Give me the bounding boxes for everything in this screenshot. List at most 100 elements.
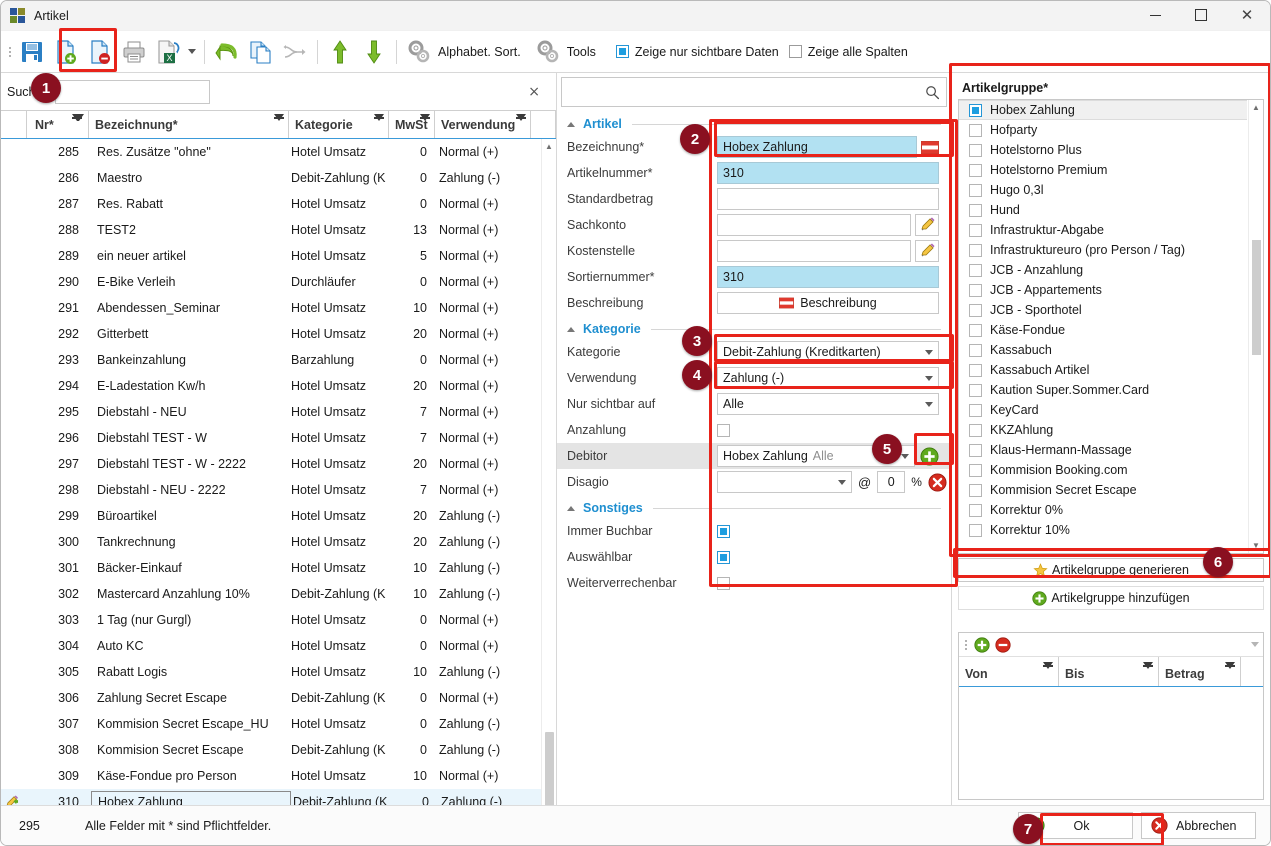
cell-bezeichnung[interactable]: Kommision Secret Escape <box>89 743 289 757</box>
table-row[interactable]: 307 Kommision Secret Escape_HU Hotel Umsat… <box>1 711 556 737</box>
chevron-down-icon-verwendung[interactable] <box>925 376 933 381</box>
table-row[interactable]: 294 E-Ladestation Kw/h Hotel Umsatz 20 Norma… <box>1 373 556 399</box>
cancel-button[interactable]: Abbrechen <box>1141 812 1256 839</box>
cell-bezeichnung[interactable]: Tankrechnung <box>89 535 289 549</box>
artikelgruppe-hinzufuegen-button[interactable]: Artikelgruppe hinzufügen <box>958 586 1264 610</box>
table-row[interactable]: 285 Res. Zusätze "ohne" Hotel Umsatz 0 Norma… <box>1 139 556 165</box>
printer-icon[interactable] <box>117 35 151 69</box>
list-item-checkbox[interactable] <box>969 303 982 317</box>
list-item-checkbox[interactable] <box>969 383 982 397</box>
cell-bezeichnung[interactable]: Diebstahl - NEU <box>89 405 289 419</box>
table-row[interactable]: 304 Auto KC Hotel Umsatz 0 Normal (+) <box>1 633 556 659</box>
list-item[interactable]: Hugo 0,3l <box>959 180 1247 200</box>
grid-header-nr[interactable]: Nr* <box>27 111 89 138</box>
table-row[interactable]: 291 Abendessen_Seminar Hotel Umsatz 10 Norma… <box>1 295 556 321</box>
list-item[interactable]: Hobex Zahlung <box>959 100 1247 120</box>
cell-bezeichnung[interactable]: Maestro <box>89 171 289 185</box>
subgrid-header-betrag[interactable]: Betrag <box>1159 657 1241 686</box>
input-bezeichnung[interactable]: Hobex Zahlung <box>717 136 917 158</box>
list-item-checkbox[interactable] <box>969 463 982 477</box>
list-item-checkbox[interactable] <box>969 443 982 457</box>
list-item-checkbox[interactable] <box>969 523 982 537</box>
list-item-checkbox[interactable] <box>969 243 982 257</box>
add-green-icon-subgrid[interactable] <box>974 636 990 653</box>
cell-bezeichnung[interactable]: Büroartikel <box>89 509 289 523</box>
grid-header-bezeichnung[interactable]: Bezeichnung* <box>89 111 289 138</box>
list-item-checkbox[interactable] <box>969 363 982 377</box>
chevron-down-icon-nur-sichtbar[interactable] <box>925 402 933 407</box>
filter-icon-mwst[interactable] <box>420 114 430 121</box>
filter-icon-verwendung[interactable] <box>516 114 526 121</box>
cell-bezeichnung[interactable]: Diebstahl TEST - W - 2222 <box>89 457 289 471</box>
undo-arrow-icon[interactable] <box>210 35 244 69</box>
list-item[interactable]: Hofparty <box>959 120 1247 140</box>
remove-red-icon-subgrid[interactable] <box>995 636 1011 653</box>
combo-kategorie[interactable]: Debit-Zahlung (Kreditkarten) <box>717 341 939 363</box>
clear-search-icon[interactable]: × <box>528 84 550 100</box>
detail-search-box[interactable] <box>561 77 947 107</box>
list-item-checkbox[interactable] <box>969 103 982 117</box>
filter-icon-kategorie[interactable] <box>374 114 384 121</box>
cell-bezeichnung[interactable]: Käse-Fondue pro Person <box>89 769 289 783</box>
checkbox-weiterverrechenbar[interactable] <box>717 576 730 590</box>
ag-scroll-up-icon[interactable]: ▲ <box>1249 100 1263 115</box>
input-artikelnummer[interactable]: 310 <box>717 162 939 184</box>
table-row[interactable]: 303 1 Tag (nur Gurgl) Hotel Umsatz 0 Normal … <box>1 607 556 633</box>
list-item-checkbox[interactable] <box>969 343 982 357</box>
ag-scroll-down-icon[interactable]: ▼ <box>1249 538 1263 553</box>
combo-nur-sichtbar-auf[interactable]: Alle <box>717 393 939 415</box>
input-sortiernummer[interactable]: 310 <box>717 266 939 288</box>
cell-bezeichnung[interactable]: Res. Rabatt <box>89 197 289 211</box>
table-row[interactable]: 305 Rabatt Logis Hotel Umsatz 10 Zahlung (-) <box>1 659 556 685</box>
artikelgruppe-scrollbar[interactable]: ▲ ▼ <box>1248 100 1263 553</box>
collapse-caret-icon-artikel[interactable] <box>567 121 575 127</box>
table-row[interactable]: 293 Bankeinzahlung Barzahlung 0 Normal (+) <box>1 347 556 373</box>
combo-verwendung[interactable]: Zahlung (-) <box>717 367 939 389</box>
section-sonstiges[interactable]: Sonstiges <box>557 497 951 518</box>
filter-icon-nr[interactable] <box>72 114 84 121</box>
subgrid-header-bis[interactable]: Bis <box>1059 657 1159 686</box>
chevron-down-icon-kategorie[interactable] <box>925 350 933 355</box>
merge-arrow-icon[interactable] <box>278 35 312 69</box>
list-item[interactable]: Korrektur 0% <box>959 500 1247 520</box>
cell-bezeichnung[interactable]: Diebstahl - NEU - 2222 <box>89 483 289 497</box>
table-row[interactable]: 300 Tankrechnung Hotel Umsatz 20 Zahlung (-) <box>1 529 556 555</box>
cell-bezeichnung[interactable]: 1 Tag (nur Gurgl) <box>89 613 289 627</box>
delete-document-icon[interactable] <box>83 35 117 69</box>
table-row[interactable]: 301 Bäcker-Einkauf Hotel Umsatz 10 Zahlung (… <box>1 555 556 581</box>
table-row[interactable]: 288 TEST2 Hotel Umsatz 13 Normal (+) <box>1 217 556 243</box>
list-item[interactable]: KKZAhlung <box>959 420 1247 440</box>
filter-icon-bezeichnung[interactable] <box>274 114 284 121</box>
cell-bezeichnung[interactable]: E-Ladestation Kw/h <box>89 379 289 393</box>
alphabet-sort-icon[interactable] <box>402 35 436 69</box>
table-row[interactable]: 309 Käse-Fondue pro Person Hotel Umsatz 10 N… <box>1 763 556 789</box>
grid-header-mwst[interactable]: MwSt <box>389 111 435 138</box>
copy-icon[interactable] <box>244 35 278 69</box>
cell-bezeichnung[interactable]: Res. Zusätze "ohne" <box>89 145 289 159</box>
detail-search-input[interactable] <box>568 84 925 100</box>
scroll-up-icon[interactable]: ▲ <box>542 139 556 154</box>
new-document-icon[interactable] <box>49 35 83 69</box>
list-item-checkbox[interactable] <box>969 123 982 137</box>
input-sachkonto[interactable] <box>717 214 911 236</box>
filter-icon-von[interactable] <box>1043 662 1053 669</box>
toolbar-grip[interactable] <box>7 40 13 64</box>
list-item[interactable]: Infrastruktur-Abgabe <box>959 220 1247 240</box>
chevron-down-icon-disagio[interactable] <box>838 480 846 485</box>
edit-pencil-icon-sachkonto[interactable] <box>915 214 939 236</box>
subgrid-header-von[interactable]: Von <box>959 657 1059 686</box>
cell-bezeichnung[interactable]: Rabatt Logis <box>89 665 289 679</box>
subgrid-grip[interactable] <box>963 637 969 653</box>
list-item[interactable]: Käse-Fondue <box>959 320 1247 340</box>
cell-bezeichnung[interactable]: ein neuer artikel <box>89 249 289 263</box>
list-item-checkbox[interactable] <box>969 423 982 437</box>
table-row[interactable]: 306 Zahlung Secret Escape Debit-Zahlung (K… <box>1 685 556 711</box>
list-item-checkbox[interactable] <box>969 483 982 497</box>
collapse-caret-icon-sonstiges[interactable] <box>567 505 575 511</box>
list-item-checkbox[interactable] <box>969 183 982 197</box>
list-item[interactable]: Kassabuch Artikel <box>959 360 1247 380</box>
grid-vertical-scrollbar[interactable]: ▲ ▼ <box>541 139 556 817</box>
remove-red-icon-disagio[interactable] <box>928 472 947 492</box>
cell-bezeichnung[interactable]: TEST2 <box>89 223 289 237</box>
list-item-checkbox[interactable] <box>969 323 982 337</box>
